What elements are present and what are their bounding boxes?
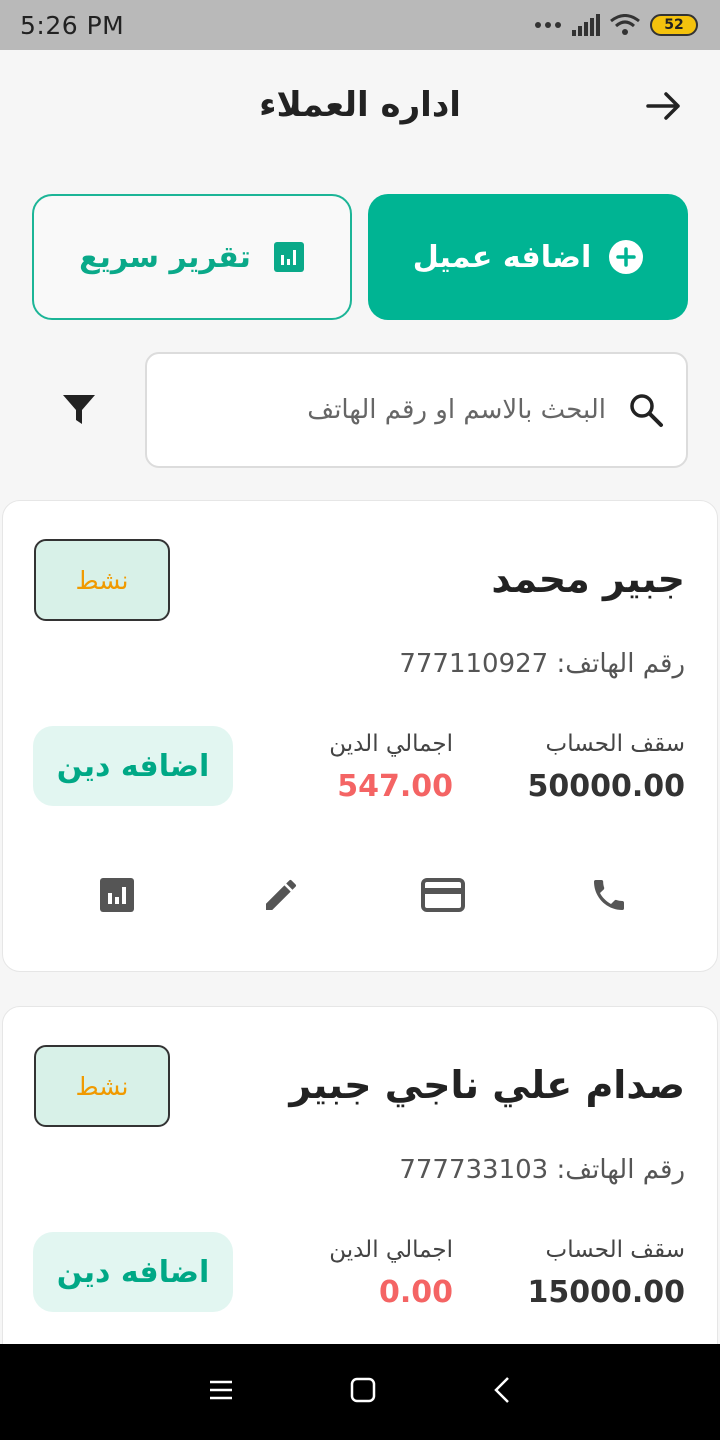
status-icons: 52: [534, 14, 698, 36]
add-debt-button[interactable]: اضافه دين: [33, 726, 233, 806]
add-debt-button[interactable]: اضافه دين: [33, 1232, 233, 1312]
phone-label: رقم الهاتف:: [556, 1155, 685, 1185]
total-debt-label: اجمالي الدين: [329, 731, 453, 757]
bar-chart-icon: [100, 878, 134, 912]
notification-dots-icon: [535, 22, 561, 28]
wifi-icon: [610, 14, 640, 35]
battery-icon: 52: [650, 14, 698, 36]
menu-icon: [209, 1380, 232, 1400]
credit-limit-value: 50000.00: [527, 769, 685, 804]
status-time: 5:26 PM: [20, 10, 125, 40]
status-badge: نشط: [34, 1045, 170, 1127]
total-debt-label: اجمالي الدين: [329, 1237, 453, 1263]
phone-icon: [594, 880, 624, 910]
status-bar: 5:26 PM 52: [0, 0, 720, 50]
report-chart-icon: [273, 242, 304, 272]
home-button[interactable]: [350, 1377, 376, 1407]
edit-button[interactable]: [259, 873, 303, 917]
phone-number: 777733103: [399, 1155, 549, 1185]
phone-number: 777110927: [399, 649, 549, 679]
credit-card-icon: [421, 878, 465, 912]
customer-name: جبير محمد: [491, 557, 685, 601]
page-title: اداره العملاء: [259, 85, 461, 125]
customer-phone: رقم الهاتف: 777110927: [399, 649, 685, 679]
chevron-left-icon: [494, 1377, 510, 1403]
quick-report-button[interactable]: تقرير سريع: [32, 194, 352, 320]
filter-button[interactable]: [60, 390, 100, 430]
customer-phone: رقم الهاتف: 777733103: [399, 1155, 685, 1185]
total-debt-value: 0.00: [378, 1275, 453, 1310]
nav-back-button[interactable]: [493, 1376, 511, 1408]
status-text: نشط: [75, 565, 129, 595]
credit-limit-value: 15000.00: [527, 1275, 685, 1310]
phone-label: رقم الهاتف:: [556, 649, 685, 679]
status-badge: نشط: [34, 539, 170, 621]
quick-report-label: تقرير سريع: [79, 239, 251, 275]
plus-circle-icon: [609, 240, 644, 274]
status-text: نشط: [75, 1071, 129, 1101]
total-debt-value: 547.00: [337, 769, 453, 804]
battery-level: 52: [664, 17, 684, 33]
search-box[interactable]: [145, 352, 688, 468]
call-button[interactable]: [587, 873, 631, 917]
search-input[interactable]: [169, 395, 606, 425]
search-icon: [630, 394, 663, 427]
report-button[interactable]: [95, 873, 139, 917]
customer-card: نشط جبير محمد رقم الهاتف: 777110927 سقف …: [2, 500, 718, 972]
customer-name: صدام علي ناجي جبير: [289, 1063, 685, 1107]
credit-limit-label: سقف الحساب: [545, 1237, 685, 1263]
app-header: اداره العملاء: [0, 50, 720, 160]
filter-icon: [63, 395, 95, 424]
add-customer-label: اضافه عميل: [412, 239, 592, 275]
square-icon: [350, 1377, 376, 1403]
signal-icon: [572, 14, 600, 36]
add-customer-button[interactable]: اضافه عميل: [368, 194, 688, 320]
credit-limit-label: سقف الحساب: [545, 731, 685, 757]
back-button[interactable]: [644, 86, 684, 126]
recent-apps-button[interactable]: [209, 1379, 233, 1405]
system-nav-bar: [0, 1344, 720, 1440]
pencil-icon: [266, 879, 296, 910]
payment-button[interactable]: [421, 873, 465, 917]
arrow-right-icon: [646, 92, 680, 120]
